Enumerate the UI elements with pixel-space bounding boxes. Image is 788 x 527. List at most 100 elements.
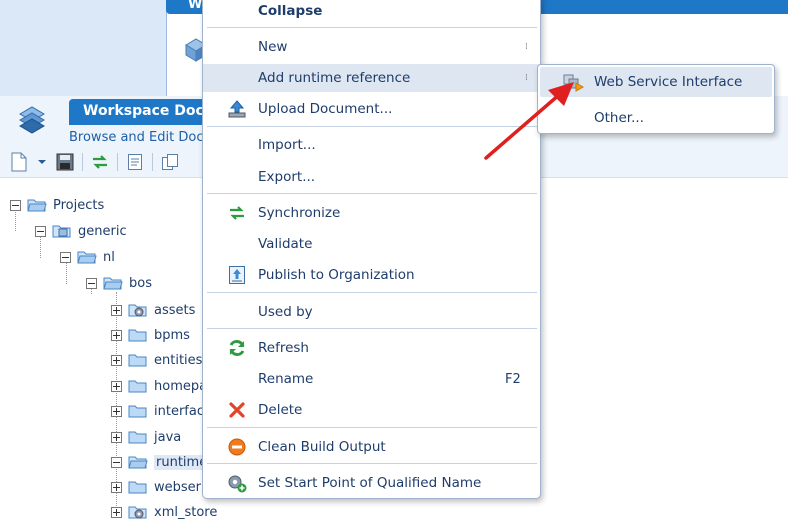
tree-node[interactable]: java <box>111 427 181 447</box>
tree-node-label: java <box>154 429 182 445</box>
folder-open-icon <box>27 199 47 212</box>
tree-node[interactable]: webser <box>111 477 201 497</box>
workspace-title-tab: Workspace Doc <box>69 99 209 125</box>
copy-button[interactable] <box>159 151 181 173</box>
project-tree: Projects generic nl bos assets bpms enti… <box>0 192 217 527</box>
settings-folder-icon <box>128 304 147 317</box>
tree-node[interactable]: Projects <box>10 195 104 215</box>
collapse-toggle[interactable] <box>35 225 46 237</box>
expand-toggle[interactable] <box>111 506 122 518</box>
menu-item-label: Import... <box>258 137 316 153</box>
menu-item-label: Publish to Organization <box>258 267 415 283</box>
annotation-arrow-icon <box>484 82 574 160</box>
tree-node-label: generic <box>78 223 127 239</box>
menu-item-clean-build-output[interactable]: Clean Build Output <box>203 433 540 461</box>
workspace-toolbar <box>8 150 181 174</box>
workspace-title: Workspace Doc <box>83 103 204 119</box>
delete-icon <box>227 400 247 420</box>
tree-node-selected[interactable]: runtime <box>111 452 210 472</box>
publish-icon <box>227 265 247 285</box>
menu-item-label: Rename <box>258 371 314 387</box>
menu-item-label: Add runtime reference <box>258 70 411 86</box>
tree-node[interactable]: assets <box>111 300 195 320</box>
submenu-arrow-icon: ⁞ <box>525 42 528 52</box>
menu-item-label: Collapse <box>258 3 323 19</box>
toolbar-separator <box>117 153 118 171</box>
expand-toggle[interactable] <box>111 354 122 366</box>
folder-icon <box>128 354 147 367</box>
menu-item-rename[interactable]: Rename F2 <box>203 365 540 393</box>
expand-toggle[interactable] <box>111 481 122 493</box>
menu-separator <box>207 427 537 428</box>
clean-icon <box>227 437 247 457</box>
toolbar-separator <box>152 153 153 171</box>
folder-icon <box>128 481 147 494</box>
save-icon <box>56 153 74 171</box>
folder-open-icon <box>77 251 97 264</box>
collapse-toggle[interactable] <box>111 456 122 468</box>
tree-node-label: bos <box>129 275 152 291</box>
folder-open-icon <box>128 456 148 469</box>
menu-item-label: Delete <box>258 402 303 418</box>
menu-separator <box>207 27 537 28</box>
menu-item-label: Used by <box>258 304 313 320</box>
tree-node-label: homepa <box>154 378 208 394</box>
collapse-toggle[interactable] <box>60 251 71 263</box>
collapse-toggle[interactable] <box>86 277 97 289</box>
tree-node[interactable]: homepa <box>111 376 207 396</box>
expand-toggle[interactable] <box>111 431 122 443</box>
tree-node[interactable]: nl <box>60 247 115 267</box>
tree-node[interactable]: bos <box>86 273 152 293</box>
collapse-toggle[interactable] <box>10 199 21 211</box>
menu-separator <box>207 193 537 194</box>
tree-node-label: interfac <box>154 403 204 419</box>
tree-node[interactable]: entities <box>111 350 202 370</box>
upload-icon <box>227 99 247 119</box>
expand-toggle[interactable] <box>111 380 122 392</box>
folder-open-icon <box>103 277 123 290</box>
submenu-item-label: Other... <box>594 110 644 126</box>
expand-toggle[interactable] <box>111 304 122 316</box>
tree-node[interactable]: xml_store <box>111 502 217 522</box>
synchronize-button[interactable] <box>89 151 111 173</box>
new-document-icon <box>11 152 27 172</box>
menu-item-label: Upload Document... <box>258 101 393 117</box>
menu-item-publish[interactable]: Publish to Organization <box>203 261 540 289</box>
tree-node[interactable]: generic <box>35 221 127 241</box>
folder-icon <box>128 329 147 342</box>
menu-item-label: Clean Build Output <box>258 439 386 455</box>
document-icon <box>128 154 142 170</box>
copy-icon <box>162 154 178 170</box>
menu-item-used-by[interactable]: Used by <box>203 298 540 326</box>
menu-item-synchronize[interactable]: Synchronize <box>203 199 540 227</box>
tree-node[interactable]: bpms <box>111 325 190 345</box>
workspace-logo-icon <box>19 106 45 134</box>
menu-item-set-start-point[interactable]: Set Start Point of Qualified Name <box>203 469 540 497</box>
menu-item-label: Refresh <box>258 340 309 356</box>
new-dropdown-button[interactable] <box>36 151 48 173</box>
menu-item-refresh[interactable]: Refresh <box>203 334 540 362</box>
menu-item-new[interactable]: New ⁞ <box>203 33 540 61</box>
settings-add-icon <box>227 473 247 493</box>
submenu-item-label: Web Service Interface <box>594 74 743 90</box>
tree-node-label: Projects <box>53 197 105 213</box>
save-button[interactable] <box>54 151 76 173</box>
synchronize-icon <box>93 155 107 169</box>
expand-toggle[interactable] <box>111 405 122 417</box>
expand-toggle[interactable] <box>111 329 122 341</box>
menu-item-collapse[interactable]: Collapse <box>203 0 540 25</box>
folder-icon <box>128 380 147 393</box>
menu-item-label: Set Start Point of Qualified Name <box>258 475 482 491</box>
toolbar-separator <box>82 153 83 171</box>
menu-item-delete[interactable]: Delete <box>203 396 540 424</box>
menu-separator <box>207 328 537 329</box>
menu-item-label: Export... <box>258 169 316 185</box>
menu-item-label: Synchronize <box>258 205 341 221</box>
tree-node[interactable]: interfac <box>111 401 204 421</box>
new-document-button[interactable] <box>8 151 30 173</box>
refresh-icon <box>227 338 247 358</box>
document-button[interactable] <box>124 151 146 173</box>
tree-node-label: bpms <box>154 327 190 343</box>
menu-item-validate[interactable]: Validate <box>203 230 540 258</box>
context-menu: Collapse New ⁞ Add runtime reference ⁞ U… <box>202 0 541 499</box>
